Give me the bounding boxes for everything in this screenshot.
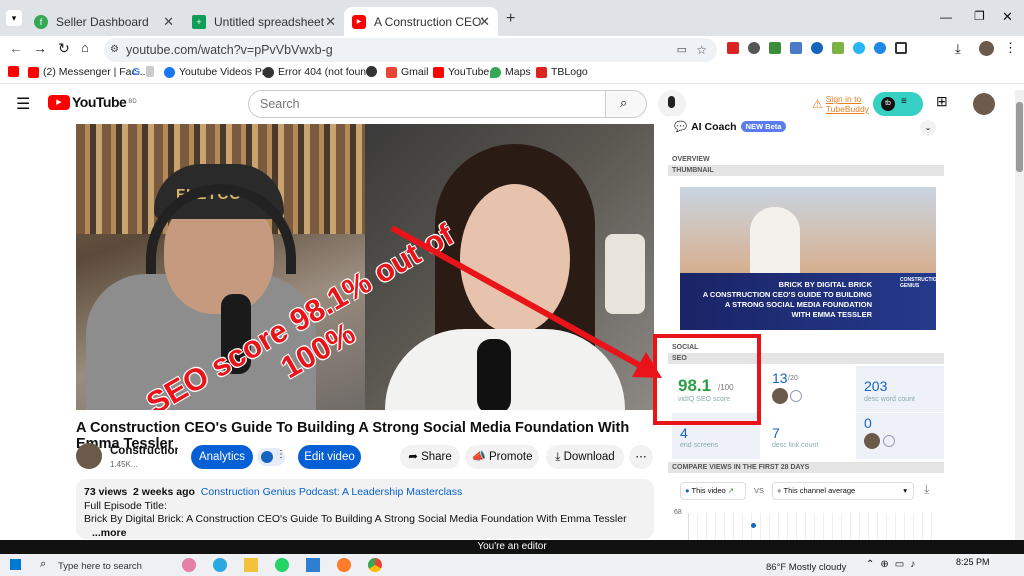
desc-word-count-cell: 203 desc word count: [856, 366, 944, 412]
windows-start-icon[interactable]: [10, 559, 21, 570]
tags-cell: 13 /20: [764, 366, 852, 412]
description-line: Full Episode Title:: [84, 499, 167, 512]
chat-bubble-icon: 💬: [674, 121, 688, 133]
overview-section-label: OVERVIEW: [672, 156, 710, 163]
chart-y-tick: 68: [674, 509, 682, 516]
analytics-button[interactable]: Analytics: [191, 445, 253, 469]
beta-badge: NEW Beta: [740, 121, 787, 132]
editor-banner: You're an editor: [0, 540, 1024, 554]
description-line: Brick By Digital Brick: A Construction C…: [84, 513, 627, 525]
more-horiz-icon: ⋯: [635, 451, 647, 463]
subscriber-count: 1.45K...: [110, 460, 138, 469]
vidiq-icon: [261, 451, 273, 463]
more-vert-icon: ⋮: [276, 449, 286, 460]
show-more-link[interactable]: ...more: [84, 527, 646, 541]
trend-up-icon: ↗: [725, 486, 735, 495]
system-tray-icons: ⌃⊕▭♪: [866, 559, 922, 570]
dropdown-arrow-icon: ▾: [903, 486, 907, 495]
tags-icon: [790, 390, 802, 402]
vidiq-panel: 💬 AI Coach NEW Beta ⌄ OVERVIEW THUMBNAIL…: [668, 116, 948, 543]
description-meta: 73 views 2 weeks ago Construction Genius…: [84, 486, 463, 498]
windows-taskbar: ⌕ Type here to search 86°F Mostly cloudy…: [0, 554, 1024, 576]
cards-avatar: [864, 433, 880, 449]
taskbar-app-icons: [182, 558, 382, 572]
taskbar-search-input[interactable]: Type here to search: [58, 561, 142, 572]
more-actions-button[interactable]: ⋯: [629, 445, 653, 469]
download-chart-icon[interactable]: ⤓: [924, 482, 929, 497]
channel-average-select[interactable]: ● This channel average ▾: [772, 482, 914, 500]
promote-button[interactable]: 📣 Promote: [465, 445, 539, 469]
taskbar-app-icon[interactable]: [306, 558, 320, 572]
scrollbar-thumb[interactable]: [1016, 102, 1023, 172]
tags-avatar: [772, 388, 788, 404]
vs-label: VS: [754, 486, 765, 495]
thumbnail-person: [750, 207, 800, 277]
taskbar-app-icon[interactable]: [275, 558, 289, 572]
desc-link-count-cell: 7 desc link count: [764, 413, 852, 459]
taskbar-app-icon[interactable]: [244, 558, 258, 572]
download-icon: ⤓: [555, 451, 564, 463]
views-chart-area: [688, 513, 940, 543]
seo-highlight-box: [653, 334, 761, 425]
channel-avatar[interactable]: [76, 443, 102, 469]
taskbar-app-icon[interactable]: [213, 558, 227, 572]
taskbar-chrome-icon[interactable]: [368, 558, 382, 572]
cards-icon: [883, 435, 895, 447]
vidiq-extension-button[interactable]: ⋮: [257, 448, 286, 466]
video-description[interactable]: 73 views 2 weeks ago Construction Genius…: [76, 479, 654, 539]
collapse-chevron-icon[interactable]: ⌄: [920, 120, 936, 136]
share-icon: ➦: [408, 451, 422, 463]
chart-point: [751, 523, 756, 528]
taskbar-search-icon: ⌕: [40, 558, 47, 570]
clock[interactable]: 8:25 PM: [956, 557, 990, 567]
thumbnail-section-header[interactable]: THUMBNAIL: [668, 165, 944, 176]
channel-name[interactable]: Construction G: [110, 445, 178, 457]
share-button[interactable]: ➦ Share: [400, 445, 460, 469]
thumbnail-title-text: BRICK BY DIGITAL BRICK A CONSTRUCTION CE…: [702, 280, 872, 319]
cards-cell: 0: [856, 413, 944, 459]
edit-video-button[interactable]: Edit video: [298, 445, 361, 469]
taskbar-app-icon[interactable]: [182, 558, 196, 572]
taskbar-app-icon[interactable]: [337, 558, 351, 572]
video-thumbnail[interactable]: BRICK BY DIGITAL BRICK A CONSTRUCTION CE…: [680, 187, 936, 330]
thumbnail-brand: CONSTRUCTION GENIUS: [900, 277, 936, 289]
download-button[interactable]: ⤓ Download: [546, 445, 624, 469]
compare-views-header[interactable]: COMPARE VIEWS IN THE FIRST 28 DAYS: [668, 462, 944, 473]
weather-widget[interactable]: 86°F Mostly cloudy: [766, 562, 846, 573]
ai-coach-row[interactable]: 💬 AI Coach NEW Beta: [674, 120, 787, 133]
page-scrollbar[interactable]: [1015, 90, 1024, 540]
this-video-selector[interactable]: ● This video ↗: [680, 482, 746, 500]
megaphone-icon: 📣: [471, 451, 490, 463]
